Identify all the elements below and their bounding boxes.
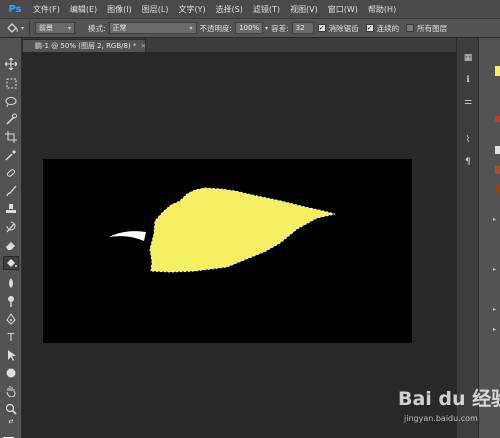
menu-filter[interactable]: 滤镜(T)	[248, 4, 285, 15]
chevron-down-icon: ▾	[68, 24, 72, 32]
menu-file[interactable]: 文件(F)	[28, 4, 65, 15]
paint-bucket-icon[interactable]	[3, 21, 23, 35]
hand-icon[interactable]	[3, 384, 19, 398]
tools-panel: T ⇄	[0, 38, 22, 438]
menu-image[interactable]: 图像(I)	[102, 4, 137, 15]
contiguous-option[interactable]: ✓ 连续的	[362, 23, 403, 34]
eraser-icon[interactable]	[3, 238, 19, 252]
layer-row-icon[interactable]: ▸	[493, 306, 500, 315]
styles-panel-swatch-2[interactable]	[495, 166, 500, 174]
menu-layer[interactable]: 图层(L)	[137, 4, 174, 15]
antialias-option[interactable]: ✓ 消除锯齿	[314, 23, 362, 34]
swap-colors-icon[interactable]: ⇄	[3, 418, 19, 426]
options-bar: ▾ 前景 ▾ 模式: 正常 ▾ 不透明度: 100% ▾ 容差: 32 ✓ 消除锯齿…	[0, 18, 500, 38]
photoshop-logo: Ps	[8, 3, 22, 15]
color-panel-swatch[interactable]	[495, 66, 500, 76]
contiguous-label: 连续的	[376, 23, 400, 33]
eyedropper-icon[interactable]	[3, 148, 19, 162]
opacity-slider-icon[interactable]: ▾	[265, 25, 268, 32]
leaf-stem	[109, 231, 146, 241]
layers-panel-chevron-icon[interactable]: ▸	[493, 266, 500, 275]
history-panel-icon[interactable]: ▦	[462, 52, 474, 64]
tool-preset-caret-icon[interactable]: ▾	[21, 25, 24, 32]
layers-panel-chevron-icon[interactable]: ▸	[493, 216, 500, 225]
tolerance-field[interactable]: 32	[291, 22, 314, 34]
path-select-icon[interactable]	[3, 348, 19, 362]
brush-icon[interactable]	[3, 184, 19, 198]
close-icon[interactable]: ×	[140, 42, 145, 50]
antialias-checkbox[interactable]: ✓	[317, 24, 326, 32]
chevron-down-icon: ▾	[189, 24, 193, 32]
blur-icon[interactable]	[3, 276, 19, 290]
opacity-value: 100%	[239, 24, 260, 32]
canvas-workspace	[22, 52, 456, 438]
crop-icon[interactable]	[3, 130, 19, 144]
history-brush-icon[interactable]	[3, 220, 19, 234]
healing-brush-icon[interactable]	[3, 166, 19, 180]
right-panels: ▸ ▸ ▸ ▸	[478, 38, 500, 438]
document-tab-bar: 鹏-1 @ 50% (图层 2, RGB/8) * ×	[22, 38, 456, 52]
ellipse-icon[interactable]	[3, 366, 19, 380]
document-tab-title: 鹏-1 @ 50% (图层 2, RGB/8) *	[35, 42, 137, 50]
type-icon[interactable]: T	[3, 330, 19, 344]
paint-bucket-icon[interactable]	[3, 256, 19, 270]
watermark-site: jingyan.baidu.com	[404, 414, 478, 423]
character-panel-icon[interactable]: ¶	[462, 156, 474, 168]
dodge-icon[interactable]	[3, 294, 19, 308]
all-layers-option[interactable]: 所有图层	[402, 23, 450, 34]
canvas-artwork	[109, 187, 336, 273]
move-icon[interactable]	[3, 57, 19, 71]
leaf-shape	[150, 188, 335, 272]
tolerance-value: 32	[295, 24, 305, 32]
fill-source-value: 前景	[39, 24, 54, 32]
watermark-brand: Bai du 经验	[398, 388, 500, 410]
menu-items: 文件(F) 编辑(E) 图像(I) 图层(L) 文字(Y) 选择(S) 滤镜(T…	[28, 4, 401, 15]
fill-source-dropdown[interactable]: 前景 ▾	[35, 22, 76, 34]
clone-stamp-icon[interactable]	[3, 202, 19, 216]
watermark: Bai du 经验 jingyan.baidu.com	[398, 384, 500, 436]
swatches-panel-swatch[interactable]	[495, 116, 500, 122]
menu-view[interactable]: 视图(V)	[285, 4, 323, 15]
opacity-field[interactable]: 100%	[235, 22, 264, 34]
antialias-label: 消除锯齿	[328, 23, 359, 33]
quick-select-icon[interactable]	[3, 112, 19, 126]
lasso-icon[interactable]	[3, 94, 19, 108]
document-canvas[interactable]	[43, 159, 412, 343]
menu-window[interactable]: 窗口(W)	[323, 4, 363, 15]
panel-dock-strip: ▦ ℹ ⚌ ⌇ ¶	[456, 38, 478, 438]
brush-panel-icon[interactable]: ⌇	[462, 134, 474, 146]
mode-label: 模式:	[88, 23, 106, 33]
all-layers-checkbox[interactable]	[406, 24, 415, 32]
adjustments-panel-icon[interactable]: ⚌	[462, 96, 474, 108]
properties-panel-icon[interactable]: ℹ	[462, 74, 474, 86]
document-tab[interactable]: 鹏-1 @ 50% (图层 2, RGB/8) * ×	[22, 39, 146, 52]
opacity-label: 不透明度:	[199, 23, 233, 33]
styles-panel-swatch[interactable]	[495, 146, 500, 154]
menu-type[interactable]: 文字(Y)	[173, 4, 210, 15]
menu-bar: Ps 文件(F) 编辑(E) 图像(I) 图层(L) 文字(Y) 选择(S) 滤…	[0, 0, 500, 18]
menu-edit[interactable]: 编辑(E)	[65, 4, 102, 15]
pen-icon[interactable]	[3, 312, 19, 326]
mode-value: 正常	[112, 24, 127, 32]
styles-panel-swatch-3[interactable]	[495, 186, 500, 194]
marquee-icon[interactable]	[3, 76, 19, 90]
layer-row-icon[interactable]: ▸	[493, 326, 500, 335]
zoom-icon[interactable]	[3, 402, 19, 416]
contiguous-checkbox[interactable]: ✓	[365, 24, 374, 32]
menu-help[interactable]: 帮助(H)	[363, 4, 401, 15]
menu-select[interactable]: 选择(S)	[211, 4, 248, 15]
tolerance-label: 容差:	[271, 23, 289, 33]
mode-dropdown[interactable]: 正常 ▾	[108, 22, 197, 34]
all-layers-label: 所有图层	[417, 23, 448, 33]
separator	[29, 21, 31, 35]
